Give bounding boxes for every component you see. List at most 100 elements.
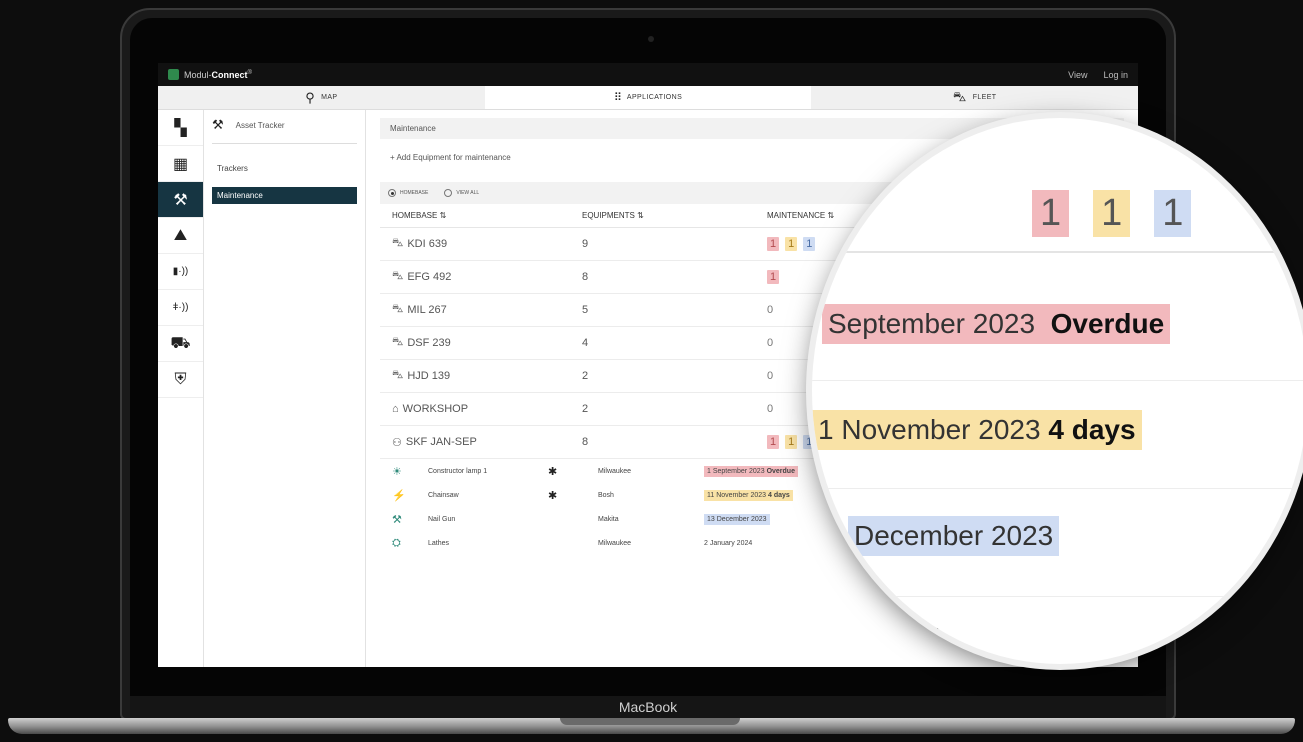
homebase-cell: ⛍ MIL 267: [392, 303, 582, 317]
magnified-scheduled-row: December 2023: [848, 516, 1060, 556]
vehicle-icon: ⚇: [392, 436, 402, 449]
maintenance-zero: 0: [767, 403, 774, 415]
homebase-name: DSF 239: [407, 337, 451, 349]
brand-logo-icon: [168, 69, 179, 80]
map-pin-icon: ⚲: [305, 89, 316, 105]
vehicle-icon: ⛍: [392, 336, 404, 348]
vehicle-icon: ⛍: [392, 303, 404, 315]
magnified-divider: [820, 251, 1290, 253]
stage: Modul-Connect® View Log in ⚲ MAP ⠿ APPLI…: [0, 0, 1303, 742]
maintenance-badge: 1: [767, 270, 780, 284]
vehicle-icon: ⌂: [392, 403, 399, 415]
bluetooth-icon: ✱: [548, 465, 558, 478]
car-icon: ⛍: [952, 88, 967, 104]
truck-icon[interactable]: ⛟: [158, 326, 203, 362]
tab-applications-label: APPLICATIONS: [626, 94, 683, 101]
radio-off-icon: [444, 189, 453, 197]
bluetooth-icon: ✱: [548, 489, 558, 502]
maintenance-badge: 1: [803, 237, 816, 251]
magnified-divider: [812, 380, 1303, 381]
camera: [648, 36, 654, 42]
signal-icon[interactable]: ▮·)): [158, 254, 203, 290]
maintenance-badge: 1: [785, 237, 798, 251]
maintenance-cell: 111: [767, 435, 816, 449]
dashboard-icon[interactable]: ▚: [158, 110, 203, 146]
login-link[interactable]: Log in: [1103, 70, 1128, 80]
drill-icon[interactable]: ⚒: [158, 182, 203, 218]
maintenance-cell: 0: [767, 403, 773, 415]
building-icon[interactable]: ▦: [158, 146, 203, 182]
col-maintenance[interactable]: MAINTENANCE ⇅: [767, 211, 834, 220]
asset-tracker-header: ⚒ Asset Tracker: [212, 114, 357, 144]
radio-homebase-label: HOMEBASE: [400, 190, 429, 196]
thermo-signal-icon[interactable]: ǂ·)): [158, 290, 203, 326]
homebase-cell: ⌂ WORKSHOP: [392, 403, 582, 415]
shield-lock-icon[interactable]: ⛨: [158, 362, 203, 398]
vehicle-icon: ⛍: [392, 237, 404, 249]
tool-icon: ⚒: [392, 513, 402, 526]
homebase-cell: ⛍ KDI 639: [392, 237, 582, 251]
soon-badge: 1: [1093, 190, 1131, 237]
equipment-name: Nail Gun: [428, 515, 456, 523]
equipment-name: Constructor lamp 1: [428, 467, 488, 475]
equipment-count: 8: [582, 436, 589, 448]
maintenance-badge: 1: [767, 435, 780, 449]
view-link[interactable]: View: [1068, 70, 1087, 80]
maintenance-cell: 0: [767, 304, 773, 316]
icon-sidebar: ▚ ▦ ⚒ ⛰ ▮·)) ǂ·)) ⛟ ⛨: [158, 110, 204, 667]
equipment-name: Chainsaw: [428, 491, 459, 499]
overdue-badge: 1: [1032, 190, 1070, 237]
maintenance-cell: 0: [767, 370, 773, 382]
homebase-name: HJD 139: [407, 370, 451, 382]
homebase-name: KDI 639: [407, 238, 448, 250]
magnified-overdue-row: September 2023 Overdue: [822, 304, 1171, 344]
equipment-count: 5: [582, 304, 589, 316]
map-icon[interactable]: ⛰: [158, 218, 203, 254]
top-nav: ⚲ MAP ⠿ APPLICATIONS ⛍ FLEET: [158, 86, 1138, 110]
grid-icon: ⠿: [613, 92, 622, 104]
laptop-notch: [560, 718, 740, 725]
equipment-count: 4: [582, 337, 589, 349]
homebase-name: WORKSHOP: [402, 403, 469, 415]
homebase-cell: ⚇ SKF JAN-SEP: [392, 436, 582, 449]
magnifier-lens: 1 1 1 September 2023 Overdue 1 November …: [812, 118, 1303, 664]
equipment-count: 8: [582, 271, 589, 283]
maintenance-cell: 0: [767, 337, 773, 349]
tab-fleet[interactable]: ⛍ FLEET: [811, 86, 1138, 109]
tool-icon: ⚡: [392, 489, 406, 502]
equipment-count: 2: [582, 370, 589, 382]
homebase-cell: ⛍ DSF 239: [392, 336, 582, 350]
maintenance-cell: 111: [767, 237, 816, 251]
magnified-badges: 1 1 1: [1032, 190, 1192, 237]
radio-on-icon: [388, 189, 396, 197]
laptop-chin: MacBook: [130, 696, 1166, 718]
scheduled-badge: 1: [1154, 190, 1192, 237]
homebase-name: SKF JAN-SEP: [405, 436, 477, 448]
tab-map[interactable]: ⚲ MAP: [158, 86, 485, 109]
sidebar-item-trackers[interactable]: Trackers: [212, 160, 357, 177]
asset-tracker-panel: ⚒ Asset Tracker Trackers Maintenance: [204, 110, 366, 667]
homebase-name: EFG 492: [407, 271, 452, 283]
asset-tracker-title: Asset Tracker: [235, 120, 285, 130]
homebase-cell: ⛍ EFG 492: [392, 270, 582, 284]
maintenance-zero: 0: [767, 304, 774, 316]
maintenance-cell: 1: [767, 270, 780, 284]
vehicle-icon: ⛍: [392, 270, 404, 282]
magnified-partial-row: 024: [898, 622, 942, 652]
maintenance-badge: 1: [785, 435, 798, 449]
col-equipments[interactable]: EQUIPMENTS ⇅: [582, 211, 767, 220]
equipment-brand: Milwaukee: [598, 467, 632, 475]
vehicle-icon: ⛍: [392, 369, 404, 381]
sidebar-item-maintenance[interactable]: Maintenance: [212, 187, 357, 204]
equipment-count: 9: [582, 238, 589, 250]
radio-homebase[interactable]: HOMEBASE: [388, 189, 428, 197]
tab-applications[interactable]: ⠿ APPLICATIONS: [484, 86, 812, 109]
magnified-divider: [812, 596, 1303, 597]
maintenance-zero: 0: [767, 370, 774, 382]
maintenance-zero: 0: [767, 337, 774, 349]
homebase-cell: ⛍ HJD 139: [392, 369, 582, 383]
radio-view-all[interactable]: VIEW ALL: [444, 189, 479, 197]
col-homebase[interactable]: HOMEBASE ⇅: [392, 211, 582, 220]
equipment-brand: Bosh: [598, 491, 614, 499]
brand-name[interactable]: Modul-Connect®: [184, 70, 252, 80]
